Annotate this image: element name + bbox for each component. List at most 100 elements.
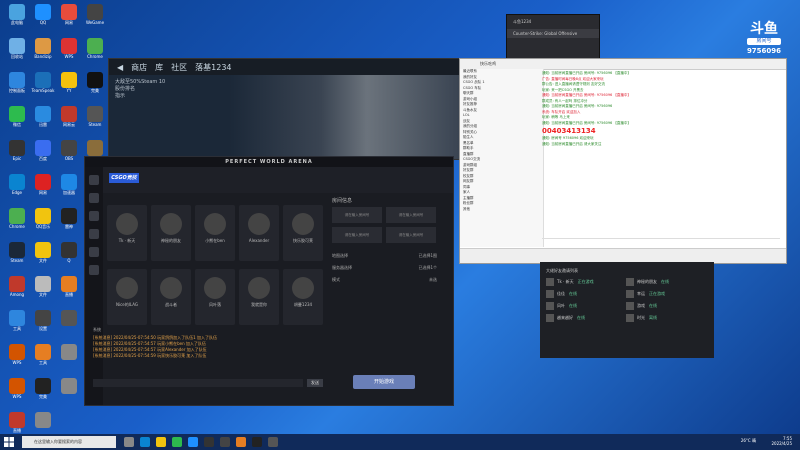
desktop-icon[interactable]: Chrome	[82, 38, 108, 59]
contact-group[interactable]: 其他	[463, 207, 543, 213]
desktop-icon[interactable]	[56, 344, 82, 360]
room-row-mode[interactable]: 模式 未选	[332, 275, 437, 284]
desktop-icon[interactable]: 文件	[30, 276, 56, 297]
desktop-icon[interactable]: 百度	[30, 140, 56, 161]
player-slot[interactable]: Alexander	[239, 205, 279, 261]
player-slot[interactable]: 我就是你	[239, 269, 279, 325]
desktop-icon[interactable]	[56, 310, 82, 326]
desktop-icon[interactable]: 工具	[30, 344, 56, 365]
desktop-icon[interactable]	[56, 378, 82, 394]
qq-icon[interactable]	[188, 437, 198, 447]
desktop-icon[interactable]: WPS	[4, 378, 30, 399]
steam-side-item[interactable]: 指示	[115, 93, 220, 100]
clock[interactable]: 7:55 2022/4/25	[771, 436, 792, 446]
room-box[interactable]: 请在输入房间号	[332, 227, 382, 243]
settings-icon[interactable]	[89, 265, 99, 275]
desktop-icon[interactable]: 此电脑	[4, 4, 30, 25]
wechat-icon[interactable]	[172, 437, 182, 447]
desktop-icon[interactable]: 网易	[56, 4, 82, 25]
desktop-icon[interactable]: 网易云	[56, 106, 82, 127]
friend-entry[interactable]: 时光 离线	[626, 314, 657, 324]
windows-start-icon[interactable]	[4, 437, 14, 447]
obs-icon[interactable]	[220, 437, 230, 447]
shop-icon[interactable]	[89, 247, 99, 257]
edge-icon[interactable]	[140, 437, 150, 447]
desktop-icon[interactable]: TeamSpeak	[30, 72, 56, 93]
room-row-map[interactable]: 地图选择 已选择1图	[332, 251, 437, 260]
player-slot[interactable]: 风叶落	[195, 269, 235, 325]
send-button[interactable]: 发送	[307, 379, 323, 387]
desktop-icon[interactable]: Edge	[4, 174, 30, 195]
desktop-icon[interactable]: WPS	[56, 38, 82, 59]
room-row-server[interactable]: 服务器选择 已选择1个	[332, 263, 437, 272]
weather-tray[interactable]: 26°C 晴	[741, 438, 756, 444]
desktop-icon[interactable]: YY	[56, 72, 82, 93]
desktop-icon[interactable]: 加速器	[56, 174, 82, 195]
steam-taskbar-icon[interactable]	[204, 437, 214, 447]
desktop-icon[interactable]: WPS	[4, 344, 30, 365]
desktop-icon[interactable]: 微信	[4, 106, 30, 127]
steam-nav-store[interactable]: 商店	[131, 62, 147, 73]
match-icon[interactable]	[89, 193, 99, 203]
room-box[interactable]: 请在输入房间号	[386, 207, 436, 223]
csgo-icon[interactable]	[268, 437, 278, 447]
friend-entry[interactable]: 神秘的朋友 在线	[626, 278, 669, 288]
player-slot[interactable]: Tk · 新天	[107, 205, 147, 261]
player-slot[interactable]: 神秘的朋友	[151, 205, 191, 261]
steam-nav-profile[interactable]: 落基1234	[195, 62, 231, 73]
room-box[interactable]: 请在输入房间号	[332, 207, 382, 223]
player-slot[interactable]: Nice的ILAG	[107, 269, 147, 325]
desktop-icon[interactable]: 直播	[56, 276, 82, 297]
desktop-icon[interactable]: 直播	[4, 412, 30, 433]
desktop-icon[interactable]: 完美	[30, 378, 56, 399]
player-slot[interactable]: 战斗者	[151, 269, 191, 325]
friend-entry[interactable]: Tk · 新天 正在游戏	[546, 278, 594, 288]
chat-input[interactable]	[93, 379, 303, 387]
start-game-button[interactable]: 开始游戏	[353, 375, 415, 389]
taskbar-search[interactable]: 在这里输入你要搜索的内容	[22, 436, 116, 448]
friend-entry[interactable]: 越来越好 在线	[546, 314, 585, 324]
back-icon[interactable]: ◀	[117, 63, 123, 72]
room-box[interactable]: 请在输入房间号	[386, 227, 436, 243]
desktop-icon[interactable]: 迅雷	[30, 106, 56, 127]
friend-entry[interactable]: 游戏 在线	[626, 302, 657, 312]
pwa-icon[interactable]	[252, 437, 262, 447]
desktop-icon[interactable]: Steam	[4, 242, 30, 263]
friend-entry[interactable]: 佳佳 在线	[546, 290, 577, 300]
desktop-icon[interactable]: 工具	[4, 310, 30, 331]
player-slot[interactable]: 胡曼1234	[283, 269, 323, 325]
desktop-icon[interactable]: 回收站	[4, 38, 30, 59]
desktop-icon[interactable]: WeGame	[82, 4, 108, 25]
desktop-icon[interactable]: QQ音乐	[30, 208, 56, 229]
rank-icon[interactable]	[89, 211, 99, 221]
desktop-icon[interactable]: 雷神	[56, 208, 82, 229]
steam-side-item[interactable]: 股份排名	[115, 86, 220, 93]
desktop-icon[interactable]: Among	[4, 276, 30, 297]
desktop-icon[interactable]	[30, 412, 56, 428]
desktop-icon[interactable]: 网易	[30, 174, 56, 195]
player-slot[interactable]: 小熊在ben	[195, 205, 235, 261]
desktop-icon[interactable]: 设置	[30, 310, 56, 331]
friend-entry[interactable]: 风叶 在线	[546, 302, 577, 312]
desktop-icon[interactable]: Q	[56, 242, 82, 263]
desktop-icon[interactable]: OBS	[56, 140, 82, 161]
player-slot[interactable]: 快乐胶可莱	[283, 205, 323, 261]
task-view-icon[interactable]	[124, 437, 134, 447]
desktop-icon[interactable]: Steam	[82, 106, 108, 127]
friend-entry[interactable]: 幸运 正在游戏	[626, 290, 665, 300]
desktop-icon[interactable]: Bandizip	[30, 38, 56, 59]
game-status-popup[interactable]: 斗鱼1234 Counter-Strike: Global Offensive	[506, 14, 600, 60]
steam-nav-library[interactable]: 库	[155, 62, 163, 73]
file-explorer-icon[interactable]	[156, 437, 166, 447]
desktop-icon[interactable]: 完美	[82, 72, 108, 93]
desktop-icon[interactable]: 控制面板	[4, 72, 30, 93]
steam-side-item[interactable]: 大敌至50%Steam 10	[115, 79, 220, 86]
friends-icon[interactable]	[89, 229, 99, 239]
desktop-icon[interactable]: Epic	[4, 140, 30, 161]
steam-nav-community[interactable]: 社区	[171, 62, 187, 73]
desktop-icon[interactable]: QQ	[30, 4, 56, 25]
desktop-icon[interactable]: 文件	[30, 242, 56, 263]
home-icon[interactable]	[89, 175, 99, 185]
douyu-icon[interactable]	[236, 437, 246, 447]
desktop-icon[interactable]: Chrome	[4, 208, 30, 229]
